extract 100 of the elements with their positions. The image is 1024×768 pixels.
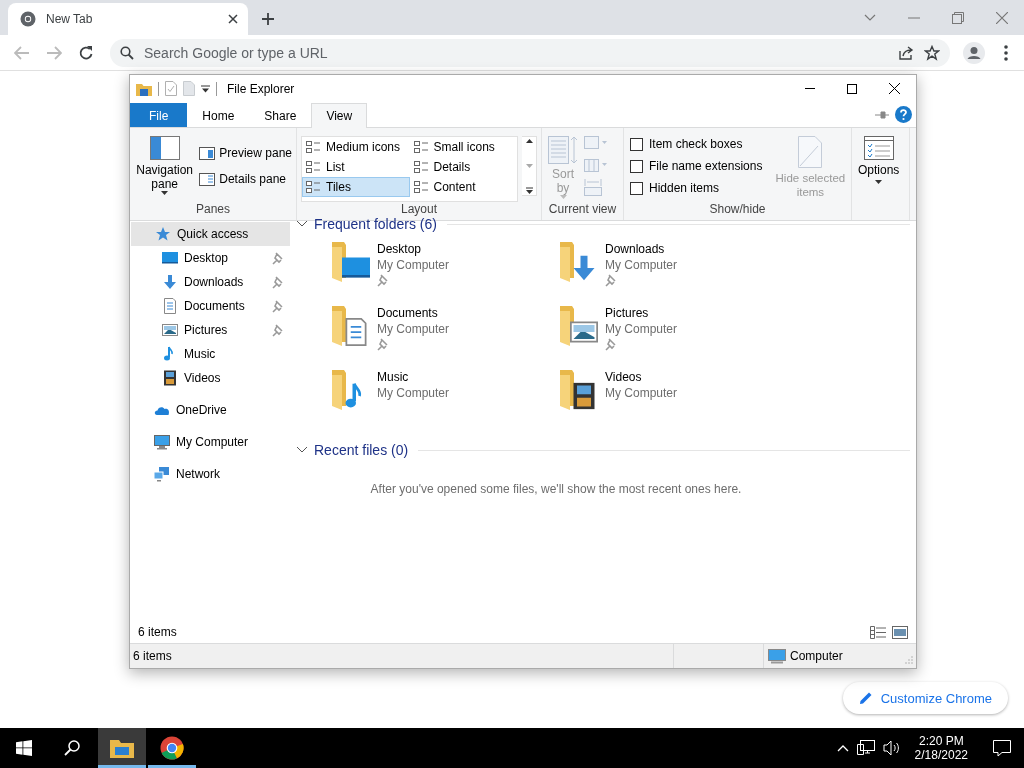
ribbon-tab[interactable]: Home [187,103,250,127]
layout-option[interactable]: Details [409,157,517,177]
layout-option[interactable]: Tiles [302,177,410,197]
download-icon [162,274,178,290]
group-label: Layout [400,202,438,218]
layout-icon [413,181,428,193]
file-menu-tab[interactable]: File [130,103,188,127]
resize-grip-icon[interactable] [905,656,913,664]
nav-item[interactable]: Documents [130,294,290,318]
folder-location: My Computer [605,386,678,400]
navigation-pane-button[interactable]: Navigation pane [134,134,196,202]
section-heading[interactable]: Frequent folders (6) [314,216,437,232]
folder-name[interactable]: Music [377,370,450,384]
details-pane-icon [199,172,216,186]
folder-icon[interactable] [110,738,134,758]
film-icon [162,370,178,386]
volume-icon[interactable] [882,740,901,756]
folder-name[interactable]: Pictures [605,306,678,320]
nav-item[interactable]: Pictures [130,318,290,342]
chevron-down-icon[interactable] [296,219,308,229]
chevron-up-icon[interactable] [836,744,849,752]
close-icon[interactable] [889,83,900,94]
network-icon[interactable] [856,740,875,756]
folder-location: My Computer [605,322,678,336]
pin-icon[interactable] [875,110,889,119]
search-icon [120,45,134,60]
checkbox[interactable]: File name extensions [630,158,763,174]
notification-icon[interactable] [993,739,1011,757]
dropdown-icon[interactable] [201,84,210,93]
preview-pane-button[interactable]: Preview pane [199,142,292,164]
layout-icon [306,141,320,153]
ribbon-tab[interactable]: Share [249,103,312,127]
menu-icon[interactable] [1004,44,1008,61]
options-button[interactable]: Options [856,134,902,202]
expand-gallery-icon[interactable] [525,187,533,195]
nav-item[interactable]: Music [130,342,290,366]
chevron-down-icon[interactable] [296,445,308,455]
customize-chrome-button[interactable]: Customize Chrome [842,682,1008,714]
folder-location: My Computer [377,386,450,400]
details-pane-button[interactable]: Details pane [199,168,292,190]
folder-location: My Computer [377,258,450,272]
computer-icon [154,434,170,450]
star-icon[interactable] [924,44,940,61]
layout-option[interactable]: Content [409,177,517,197]
restore-icon[interactable] [952,11,964,24]
folder-name[interactable]: Documents [377,306,450,320]
large-icons-view-icon[interactable] [892,625,908,639]
options-icon [863,136,894,160]
browser-tab[interactable]: New Tab [8,3,248,35]
star-icon [155,226,171,242]
ribbon-tab[interactable]: View [311,103,368,128]
maximize-icon[interactable] [847,83,857,94]
status-text: 6 items [133,649,172,663]
folder-tile[interactable]: Music My Computer [330,366,558,430]
reload-icon[interactable] [78,44,94,61]
caret-icon [161,191,169,195]
address-input[interactable]: Search Google or type a URL [144,44,888,61]
share-icon[interactable] [898,44,914,61]
status-text: Computer [790,649,843,663]
layout-icon [413,141,428,153]
checkbox[interactable]: Hidden items [630,180,763,196]
folder-tile[interactable]: Videos My Computer [558,366,786,430]
chrome-logo-icon[interactable] [160,736,184,760]
nav-item[interactable]: My Computer [130,430,290,454]
folder-location: My Computer [377,322,450,336]
layout-option[interactable]: Small icons [409,137,517,157]
scroll-up-icon[interactable] [525,137,533,145]
nav-item[interactable]: Network [130,462,290,486]
chevron-down-icon[interactable] [864,13,876,22]
help-icon[interactable] [895,106,912,123]
section-heading[interactable]: Recent files (0) [314,442,409,458]
folder-name[interactable]: Downloads [605,242,678,256]
nav-item[interactable]: Quick access [131,222,290,246]
layout-option[interactable]: List [302,157,410,177]
group-label: Panes [195,202,231,218]
document-icon [162,298,178,314]
nav-item[interactable]: Desktop [130,246,290,270]
layout-icon [413,161,428,173]
search-icon[interactable] [64,740,80,756]
desktop-icon [162,250,178,266]
layout-option[interactable]: Medium icons [302,137,410,157]
clock[interactable]: 2:20 PM 2/18/2022 [908,734,974,762]
folder-location: My Computer [605,258,678,272]
profile-icon[interactable] [963,41,985,64]
checkbox[interactable]: Item check boxes [630,136,763,152]
picture-icon [162,322,178,338]
nav-item[interactable]: OneDrive [130,398,290,422]
folder-name[interactable]: Desktop [377,242,450,256]
address-bar[interactable]: Search Google or type a URL [110,38,950,67]
group-label: Current view [547,202,618,218]
close-icon[interactable] [228,14,238,24]
folder-name[interactable]: Videos [605,370,678,384]
start-icon[interactable] [16,740,32,756]
new-tab-icon[interactable] [261,12,275,26]
layout-icon [306,161,320,173]
details-view-icon[interactable] [870,625,886,639]
nav-item[interactable]: Videos [130,366,290,390]
nav-item[interactable]: Downloads [130,270,290,294]
computer-icon [768,648,786,664]
sort-icon [548,136,578,164]
